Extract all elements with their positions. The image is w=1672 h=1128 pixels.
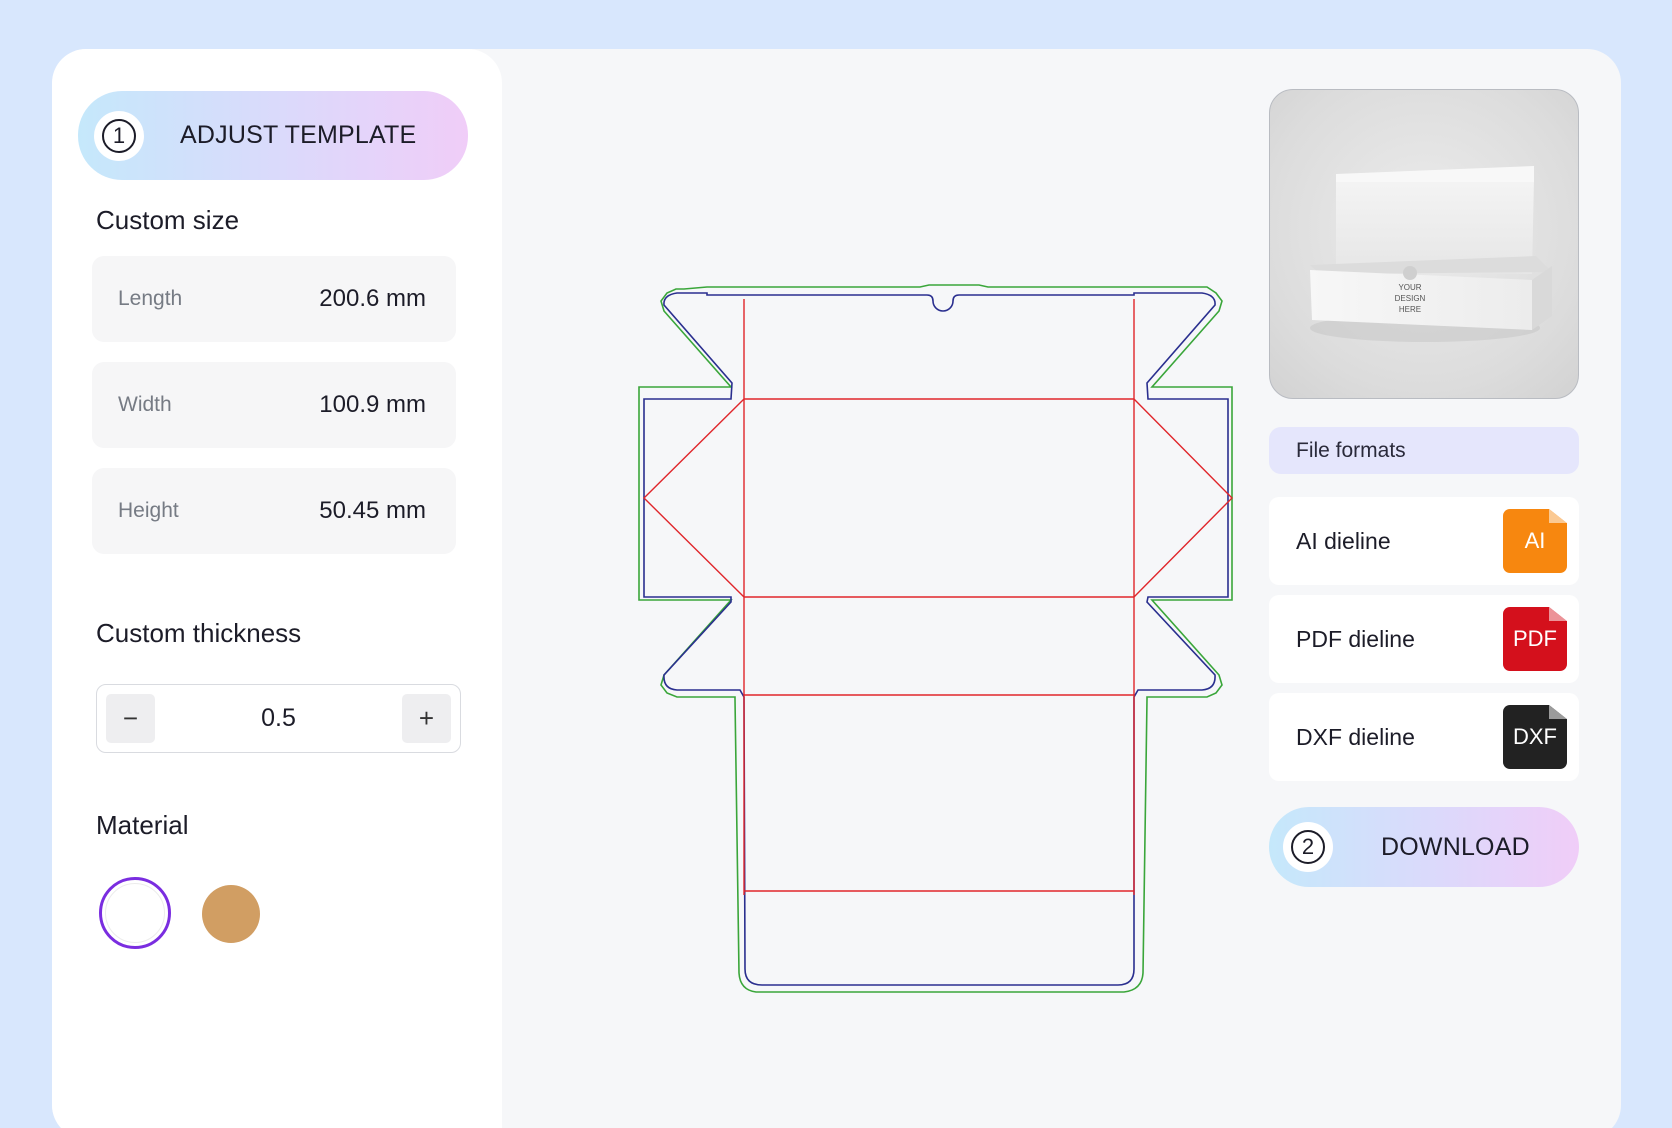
dxf-file-icon: DXF bbox=[1503, 705, 1567, 769]
thickness-stepper: − 0.5 + bbox=[96, 684, 461, 753]
width-label: Width bbox=[118, 393, 172, 416]
material-swatch-white[interactable] bbox=[99, 877, 171, 949]
app-window: 1 ADJUST TEMPLATE Custom size Length 200… bbox=[52, 49, 1621, 1128]
length-field[interactable]: Length 200.6 mm bbox=[92, 256, 456, 342]
step-number-badge: 1 bbox=[94, 110, 144, 161]
height-value[interactable]: 50.45 mm bbox=[319, 497, 426, 525]
width-field[interactable]: Width 100.9 mm bbox=[92, 362, 456, 448]
length-label: Length bbox=[118, 287, 183, 310]
file-fold-corner bbox=[1549, 607, 1567, 621]
ai-file-icon: AI bbox=[1503, 509, 1567, 573]
step-number: 1 bbox=[102, 118, 136, 153]
file-fold-corner bbox=[1549, 705, 1567, 719]
file-formats-header: File formats bbox=[1269, 427, 1579, 474]
download-button[interactable]: 2 DOWNLOAD bbox=[1269, 807, 1579, 887]
width-value[interactable]: 100.9 mm bbox=[319, 391, 426, 419]
material-title: Material bbox=[96, 810, 189, 840]
download-label: DOWNLOAD bbox=[1381, 832, 1530, 861]
pdf-icon-text: PDF bbox=[1513, 626, 1557, 651]
adjust-template-step[interactable]: 1 ADJUST TEMPLATE bbox=[78, 91, 468, 180]
box-text-line-3: HERE bbox=[1399, 305, 1421, 314]
ai-icon-text: AI bbox=[1524, 528, 1546, 553]
pdf-dieline-option[interactable]: PDF dieline PDF bbox=[1269, 595, 1579, 683]
material-swatch-kraft[interactable] bbox=[202, 885, 260, 943]
box-text-line-2: DESIGN bbox=[1395, 294, 1426, 303]
increase-thickness-button[interactable]: + bbox=[401, 694, 451, 743]
dieline-canvas bbox=[638, 284, 1233, 993]
decrease-thickness-button[interactable]: − bbox=[106, 694, 155, 743]
dxf-icon-text: DXF bbox=[1513, 724, 1557, 749]
custom-size-title: Custom size bbox=[96, 205, 240, 235]
white-swatch-fill bbox=[105, 883, 165, 943]
cut-outline bbox=[643, 292, 1229, 986]
settings-panel: 1 ADJUST TEMPLATE Custom size Length 200… bbox=[52, 49, 502, 1128]
height-field[interactable]: Height 50.45 mm bbox=[92, 468, 456, 554]
box-mockup-illustration: YOUR DESIGN HERE bbox=[1310, 166, 1552, 342]
step-number-badge: 2 bbox=[1283, 822, 1333, 872]
dxf-dieline-label: DXF dieline bbox=[1296, 723, 1415, 750]
ai-dieline-option[interactable]: AI dieline AI bbox=[1269, 497, 1579, 585]
custom-thickness-title: Custom thickness bbox=[96, 618, 302, 648]
dxf-dieline-option[interactable]: DXF dieline DXF bbox=[1269, 693, 1579, 781]
box-text-line-1: YOUR bbox=[1398, 283, 1421, 292]
height-label: Height bbox=[118, 499, 179, 522]
bleed-outline bbox=[638, 284, 1233, 993]
file-fold-corner bbox=[1549, 509, 1567, 523]
adjust-template-label: ADJUST TEMPLATE bbox=[180, 121, 417, 149]
ai-dieline-label: AI dieline bbox=[1296, 527, 1391, 554]
pdf-file-icon: PDF bbox=[1503, 607, 1567, 671]
box-preview-image: YOUR DESIGN HERE bbox=[1269, 89, 1579, 399]
step-number: 2 bbox=[1291, 830, 1325, 864]
thickness-value[interactable]: 0.5 bbox=[261, 704, 296, 733]
pdf-dieline-label: PDF dieline bbox=[1296, 625, 1415, 652]
length-value[interactable]: 200.6 mm bbox=[319, 285, 426, 313]
